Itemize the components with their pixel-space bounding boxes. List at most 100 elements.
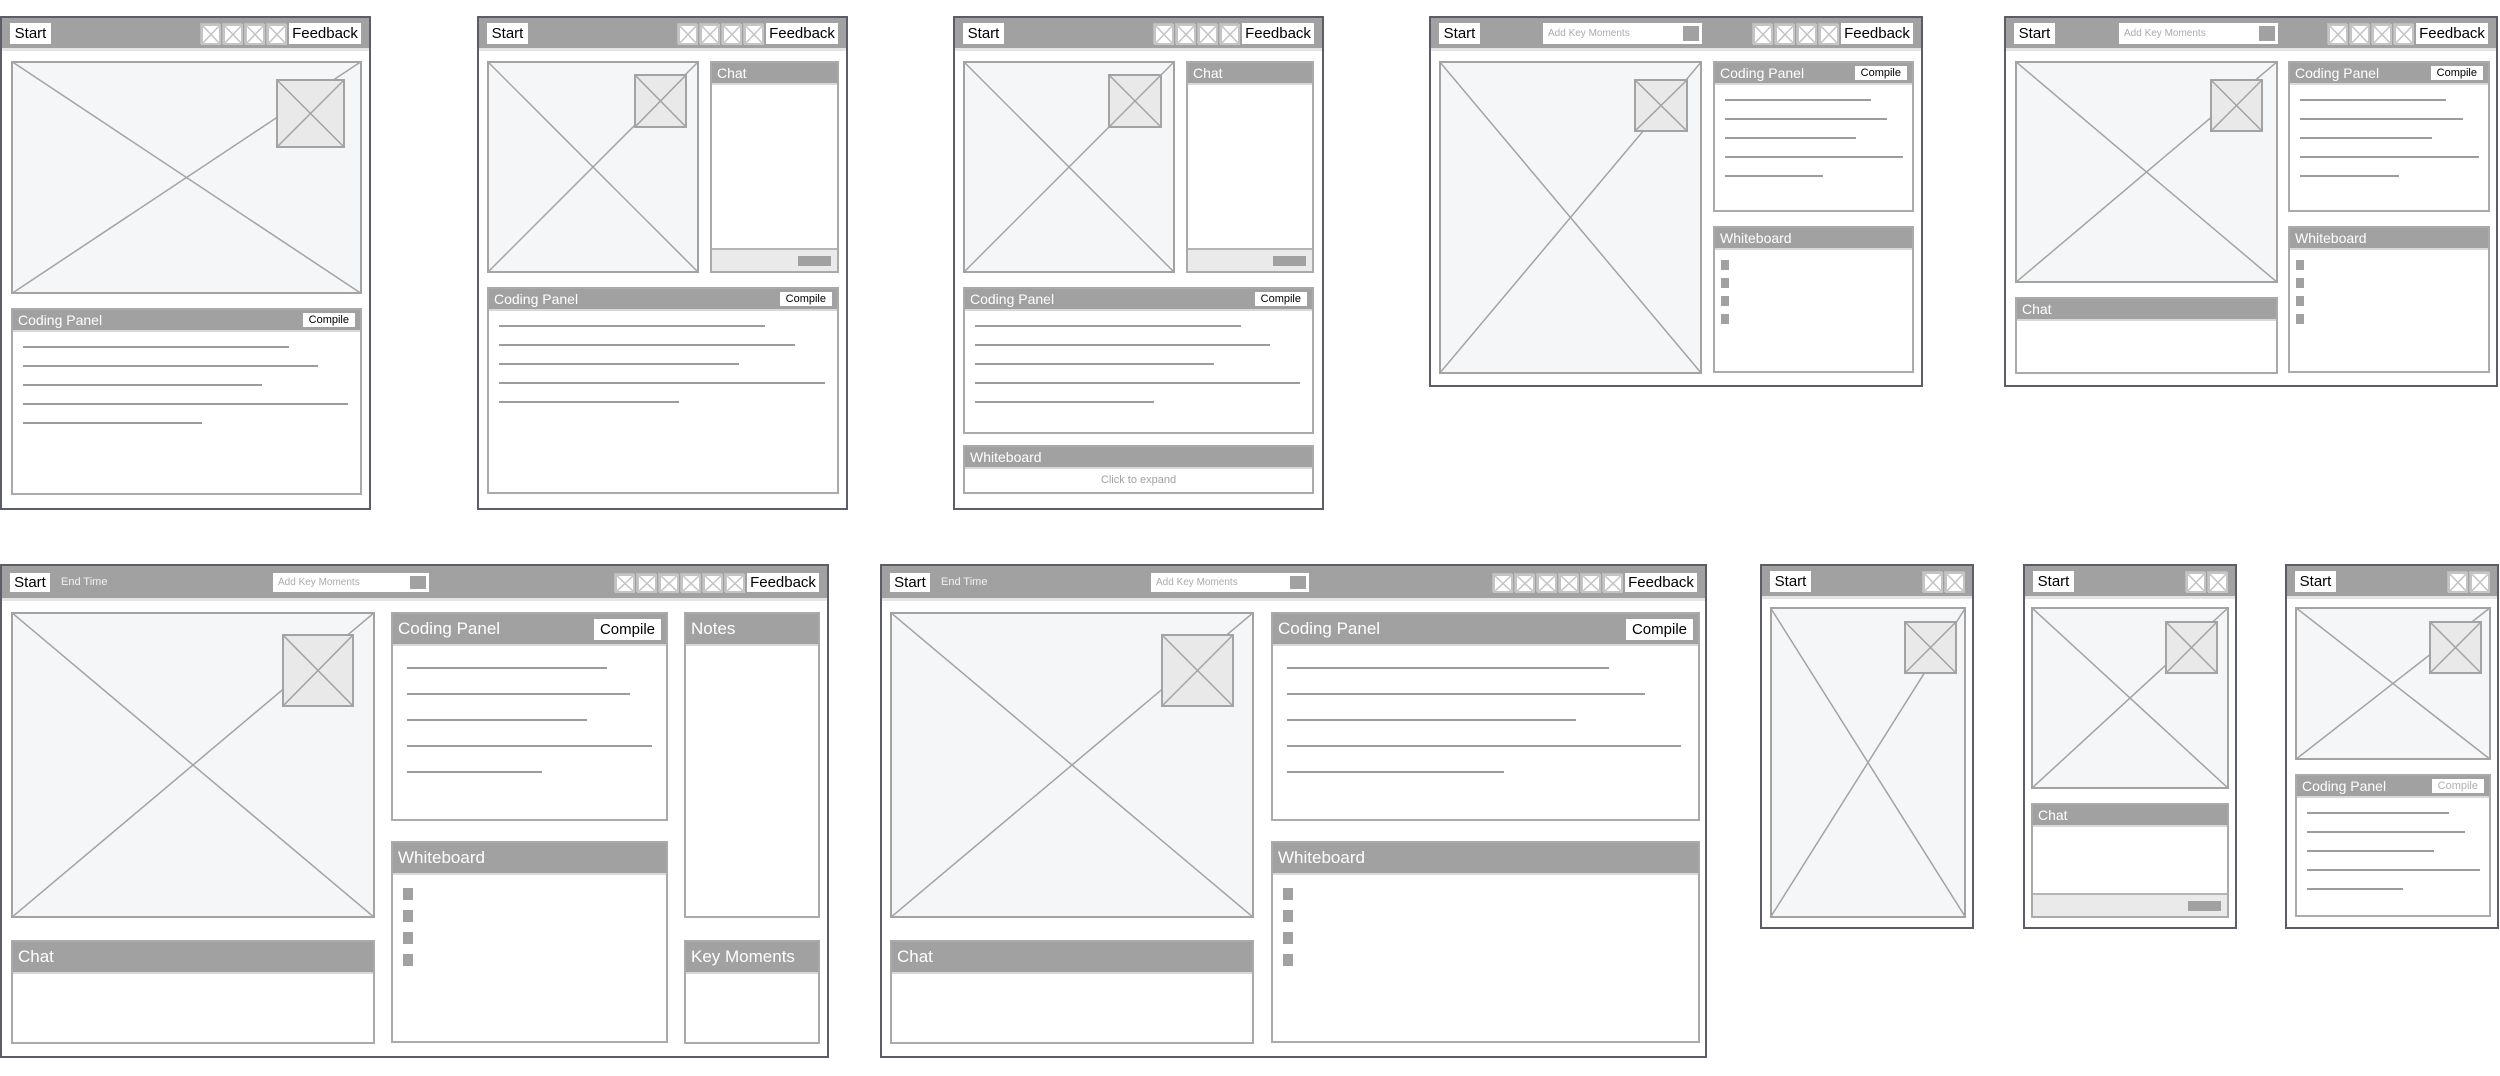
toolbar-icon-button[interactable] <box>2447 571 2468 593</box>
picture-in-picture[interactable] <box>1634 79 1688 132</box>
compile-button[interactable]: Compile <box>2431 779 2484 793</box>
toolbar-icon-button[interactable] <box>724 573 745 593</box>
toolbar-icon-button[interactable] <box>200 23 221 45</box>
add-key-moment-button[interactable] <box>1290 576 1306 589</box>
key-moments-input[interactable]: Add Key Moments <box>273 573 429 592</box>
toolbar-icon-button[interactable] <box>1922 571 1943 593</box>
toolbar-icon-button[interactable] <box>1514 573 1535 593</box>
toolbar-icon-button[interactable] <box>677 23 698 45</box>
toolbar-icon-button[interactable] <box>721 23 742 45</box>
compile-button[interactable]: Compile <box>1854 66 1907 80</box>
toolbar-icon-button[interactable] <box>2207 571 2228 593</box>
feedback-button[interactable]: Feedback <box>747 573 819 592</box>
whiteboard-tool-button[interactable] <box>403 954 413 966</box>
whiteboard-tool-button[interactable] <box>1283 954 1293 966</box>
chat-input-bar[interactable] <box>2033 893 2227 916</box>
toolbar-icon-button[interactable] <box>1558 573 1579 593</box>
whiteboard-tool-button[interactable] <box>403 932 413 944</box>
key-moments-input[interactable]: Add Key Moments <box>2119 23 2278 44</box>
toolbar-icon-button[interactable] <box>2349 23 2370 45</box>
toolbar-icon-button[interactable] <box>702 573 723 593</box>
feedback-button[interactable]: Feedback <box>1841 23 1913 44</box>
compile-button[interactable]: Compile <box>593 619 661 640</box>
feedback-button[interactable]: Feedback <box>289 23 361 44</box>
chat-send-button[interactable] <box>2188 900 2221 911</box>
picture-in-picture[interactable] <box>276 79 345 148</box>
feedback-button[interactable]: Feedback <box>1242 23 1314 44</box>
toolbar-icon-button[interactable] <box>222 23 243 45</box>
start-button[interactable]: Start <box>2033 571 2074 592</box>
toolbar-icon-button[interactable] <box>266 23 287 45</box>
whiteboard-tool-button[interactable] <box>2296 314 2304 324</box>
compile-button[interactable]: Compile <box>302 313 355 327</box>
click-to-expand-hint[interactable]: Click to expand <box>965 474 1312 486</box>
key-moments-input[interactable]: Add Key Moments <box>1151 573 1309 592</box>
feedback-button[interactable]: Feedback <box>766 23 838 44</box>
toolbar-icon-button[interactable] <box>2393 23 2414 45</box>
picture-in-picture[interactable] <box>634 74 687 128</box>
toolbar-icon-button[interactable] <box>1774 23 1795 45</box>
toolbar-icon-button[interactable] <box>2327 23 2348 45</box>
whiteboard-tool-button[interactable] <box>1721 314 1729 324</box>
whiteboard-tool-button[interactable] <box>403 910 413 922</box>
whiteboard-tool-button[interactable] <box>2296 260 2304 270</box>
add-key-moment-button[interactable] <box>410 576 426 589</box>
toolbar-icon-button[interactable] <box>680 573 701 593</box>
start-button[interactable]: Start <box>2014 23 2055 44</box>
picture-in-picture[interactable] <box>282 634 354 707</box>
picture-in-picture[interactable] <box>1108 74 1162 128</box>
feedback-button[interactable]: Feedback <box>1625 573 1697 592</box>
toolbar-icon-button[interactable] <box>1197 23 1218 45</box>
key-moments-input[interactable]: Add Key Moments <box>1543 23 1702 44</box>
feedback-button[interactable]: Feedback <box>2416 23 2488 44</box>
toolbar-icon-button[interactable] <box>1492 573 1513 593</box>
toolbar-icon-button[interactable] <box>1153 23 1174 45</box>
compile-button[interactable]: Compile <box>1625 619 1693 640</box>
toolbar-icon-button[interactable] <box>2469 571 2490 593</box>
start-button[interactable]: Start <box>10 573 50 592</box>
chat-send-button[interactable] <box>798 255 831 266</box>
compile-button[interactable]: Compile <box>1254 292 1307 306</box>
toolbar-icon-button[interactable] <box>1752 23 1773 45</box>
whiteboard-tool-button[interactable] <box>2296 296 2304 306</box>
picture-in-picture[interactable] <box>2429 621 2482 674</box>
whiteboard-tool-button[interactable] <box>1721 278 1729 288</box>
toolbar-icon-button[interactable] <box>1944 571 1965 593</box>
start-button[interactable]: Start <box>890 573 930 592</box>
toolbar-icon-button[interactable] <box>1602 573 1623 593</box>
start-button[interactable]: Start <box>1439 23 1480 44</box>
picture-in-picture[interactable] <box>2165 621 2218 674</box>
compile-button[interactable]: Compile <box>2430 66 2483 80</box>
start-button[interactable]: Start <box>2295 571 2336 592</box>
whiteboard-tool-button[interactable] <box>2296 278 2304 288</box>
toolbar-icon-button[interactable] <box>658 573 679 593</box>
start-button[interactable]: Start <box>963 23 1004 44</box>
chat-input-bar[interactable] <box>1188 248 1312 271</box>
chat-send-button[interactable] <box>1273 255 1306 266</box>
chat-input-bar[interactable] <box>712 248 837 271</box>
compile-button[interactable]: Compile <box>779 292 832 306</box>
start-button[interactable]: Start <box>487 23 528 44</box>
start-button[interactable]: Start <box>1770 571 1811 592</box>
toolbar-icon-button[interactable] <box>699 23 720 45</box>
whiteboard-tool-button[interactable] <box>1283 932 1293 944</box>
toolbar-icon-button[interactable] <box>1796 23 1817 45</box>
toolbar-icon-button[interactable] <box>636 573 657 593</box>
toolbar-icon-button[interactable] <box>1219 23 1240 45</box>
whiteboard-tool-button[interactable] <box>1283 910 1293 922</box>
whiteboard-tool-button[interactable] <box>1283 888 1293 900</box>
toolbar-icon-button[interactable] <box>1818 23 1839 45</box>
toolbar-icon-button[interactable] <box>1175 23 1196 45</box>
whiteboard-tool-button[interactable] <box>1721 260 1729 270</box>
whiteboard-tool-button[interactable] <box>1721 296 1729 306</box>
picture-in-picture[interactable] <box>2210 79 2263 132</box>
toolbar-icon-button[interactable] <box>743 23 764 45</box>
toolbar-icon-button[interactable] <box>2371 23 2392 45</box>
toolbar-icon-button[interactable] <box>2185 571 2206 593</box>
start-button[interactable]: Start <box>10 23 51 44</box>
add-key-moment-button[interactable] <box>1683 26 1699 41</box>
toolbar-icon-button[interactable] <box>614 573 635 593</box>
toolbar-icon-button[interactable] <box>244 23 265 45</box>
toolbar-icon-button[interactable] <box>1580 573 1601 593</box>
picture-in-picture[interactable] <box>1904 621 1957 674</box>
